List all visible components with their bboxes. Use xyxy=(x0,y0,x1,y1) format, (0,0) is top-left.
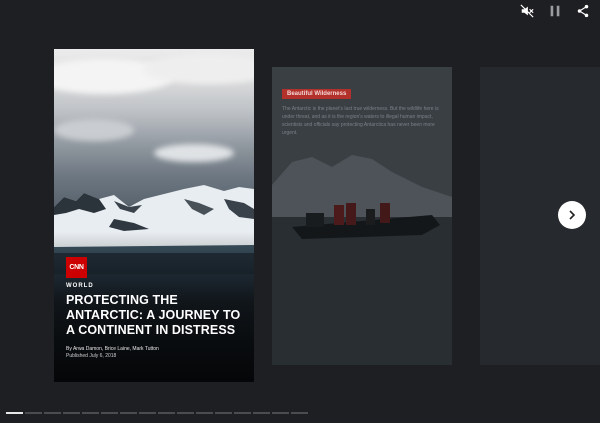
progress-segment[interactable] xyxy=(120,412,137,414)
story-headline[interactable]: PROTECTING THE ANTARCTIC: A JOURNEY TO A… xyxy=(66,293,248,338)
progress-segment[interactable] xyxy=(291,412,308,414)
progress-segment[interactable] xyxy=(101,412,118,414)
pause-icon xyxy=(550,5,560,17)
progress-segment[interactable] xyxy=(6,412,23,414)
progress-segment[interactable] xyxy=(253,412,270,414)
sky-image xyxy=(54,49,254,194)
progress-segment[interactable] xyxy=(177,412,194,414)
progress-segment[interactable] xyxy=(215,412,232,414)
cnn-logo: CNN xyxy=(66,257,87,278)
progress-segment[interactable] xyxy=(139,412,156,414)
progress-segment[interactable] xyxy=(234,412,251,414)
next-story-card[interactable]: Beautiful Wilderness The Antarctic is th… xyxy=(272,67,452,365)
progress-segment[interactable] xyxy=(63,412,80,414)
progress-segment[interactable] xyxy=(158,412,175,414)
chevron-right-icon xyxy=(569,210,576,220)
next-story-button[interactable] xyxy=(558,201,586,229)
progress-segment[interactable] xyxy=(272,412,289,414)
share-icon xyxy=(577,4,589,18)
section-label: WORLD xyxy=(66,283,94,289)
brand-label: CNN xyxy=(69,264,84,271)
next-story-text: The Antarctic is the planet's last true … xyxy=(282,106,439,136)
progress-segment[interactable] xyxy=(44,412,61,414)
story-byline: By Arwa Damon, Brice Laine, Mark Tutton xyxy=(66,346,159,352)
story-tag: Beautiful Wilderness xyxy=(282,89,352,99)
story-controls xyxy=(510,0,600,22)
share-button[interactable] xyxy=(574,2,592,20)
story-card[interactable]: CNN WORLD PROTECTING THE ANTARCTIC: A JO… xyxy=(54,49,254,382)
volume-muted-icon xyxy=(520,4,534,18)
progress-segment[interactable] xyxy=(82,412,99,414)
progress-segment[interactable] xyxy=(196,412,213,414)
publish-date: Published July 6, 2018 xyxy=(66,353,117,359)
pause-button[interactable] xyxy=(546,2,564,20)
mute-button[interactable] xyxy=(518,2,536,20)
story-progress-bar xyxy=(6,412,308,414)
progress-segment[interactable] xyxy=(25,412,42,414)
